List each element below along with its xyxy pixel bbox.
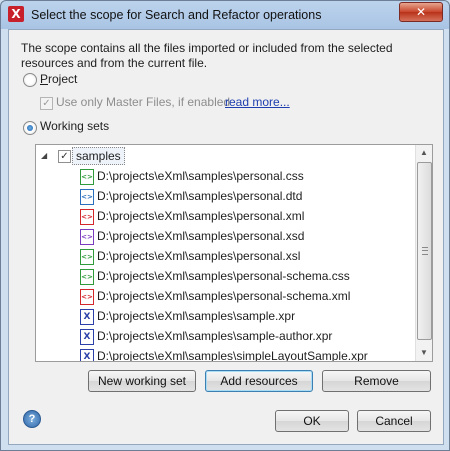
tree-item-label: D:\projects\eXml\samples\sample-author.x…	[97, 329, 333, 343]
tree-item-label: D:\projects\eXml\samples\personal.xml	[97, 209, 305, 223]
dtd-file-icon: <>	[80, 189, 94, 205]
scroll-thumb[interactable]	[417, 162, 432, 340]
tree-item-label: D:\projects\eXml\samples\simpleLayoutSam…	[97, 349, 368, 362]
tree-item[interactable]: <> D:\projects\eXml\samples\personal-sche…	[80, 287, 410, 305]
title-bar[interactable]: X Select the scope for Search and Refact…	[1, 1, 449, 29]
working-sets-label[interactable]: Working sets	[40, 119, 109, 133]
tree-item[interactable]: <> D:\projects\eXml\samples\personal.xsl	[80, 247, 410, 265]
add-resources-button[interactable]: Add resources	[205, 370, 313, 392]
help-icon[interactable]: ?	[23, 410, 41, 428]
dialog-body: The scope contains all the files importe…	[8, 29, 444, 445]
tree-item-label: D:\projects\eXml\samples\personal.xsl	[97, 249, 301, 263]
dialog-title: Select the scope for Search and Refactor…	[31, 8, 322, 22]
xpr-file-icon: X	[80, 329, 94, 345]
master-files-checkbox[interactable]: ✓	[40, 97, 53, 110]
grip-icon	[422, 247, 428, 255]
xml-file-icon: <>	[80, 289, 94, 305]
xsd-file-icon: <>	[80, 229, 94, 245]
tree-scrollbar[interactable]: ▲ ▼	[415, 145, 432, 361]
scope-description: The scope contains all the files importe…	[21, 41, 393, 70]
read-more-link[interactable]: read more...	[225, 95, 290, 109]
samples-checkbox[interactable]: ✓	[58, 150, 71, 163]
dialog-window: X Select the scope for Search and Refact…	[0, 0, 450, 451]
tree-item[interactable]: <> D:\projects\eXml\samples\personal.xsd	[80, 227, 410, 245]
css-file-icon: <>	[80, 169, 94, 185]
tree-item[interactable]: X D:\projects\eXml\samples\sample.xpr	[80, 307, 410, 325]
cancel-button[interactable]: Cancel	[357, 410, 431, 432]
new-working-set-button[interactable]: New working set	[88, 370, 196, 392]
ok-button[interactable]: OK	[275, 410, 349, 432]
master-files-label: Use only Master Files, if enabled	[56, 95, 231, 109]
tree-item[interactable]: <> D:\projects\eXml\samples\personal-sche…	[80, 267, 410, 285]
tree-item[interactable]: X D:\projects\eXml\samples\sample-author.…	[80, 327, 410, 345]
project-label-text: roject	[48, 72, 78, 86]
css-file-icon: <>	[80, 269, 94, 285]
xml-file-icon: <>	[80, 209, 94, 225]
app-logo-icon: X	[8, 6, 24, 22]
collapse-arrow-icon[interactable]: ◢	[41, 151, 47, 160]
remove-button[interactable]: Remove	[322, 370, 431, 392]
project-radio-label[interactable]: Project	[40, 72, 77, 86]
tree-item[interactable]: <> D:\projects\eXml\samples\personal.css	[80, 167, 410, 185]
xpr-file-icon: X	[80, 349, 94, 361]
xsl-file-icon: <>	[80, 249, 94, 265]
close-button[interactable]: ✕	[399, 2, 443, 22]
tree-item-label: D:\projects\eXml\samples\personal.xsd	[97, 229, 305, 243]
tree-item-label: D:\projects\eXml\samples\personal.dtd	[97, 189, 303, 203]
project-radio[interactable]	[23, 73, 37, 87]
tree-item[interactable]: X D:\projects\eXml\samples\simpleLayoutSa…	[80, 347, 410, 362]
tree-item-label: D:\projects\eXml\samples\personal-schema…	[97, 269, 350, 283]
tree-item[interactable]: <> D:\projects\eXml\samples\personal.xml	[80, 207, 410, 225]
tree-item-label: D:\projects\eXml\samples\personal-schema…	[97, 289, 351, 303]
xpr-file-icon: X	[80, 309, 94, 325]
working-sets-radio[interactable]	[23, 121, 37, 135]
scroll-down-arrow-icon[interactable]: ▼	[416, 345, 432, 361]
tree-item-label: D:\projects\eXml\samples\personal.css	[97, 169, 304, 183]
samples-label[interactable]: samples	[72, 147, 125, 165]
tree-item[interactable]: <> D:\projects\eXml\samples\personal.dtd	[80, 187, 410, 205]
scroll-up-arrow-icon[interactable]: ▲	[416, 145, 432, 161]
tree-item-label: D:\projects\eXml\samples\sample.xpr	[97, 309, 296, 323]
working-sets-tree[interactable]: ◢ ✓ samples <> D:\projects\eXml\samples\p…	[35, 144, 433, 362]
